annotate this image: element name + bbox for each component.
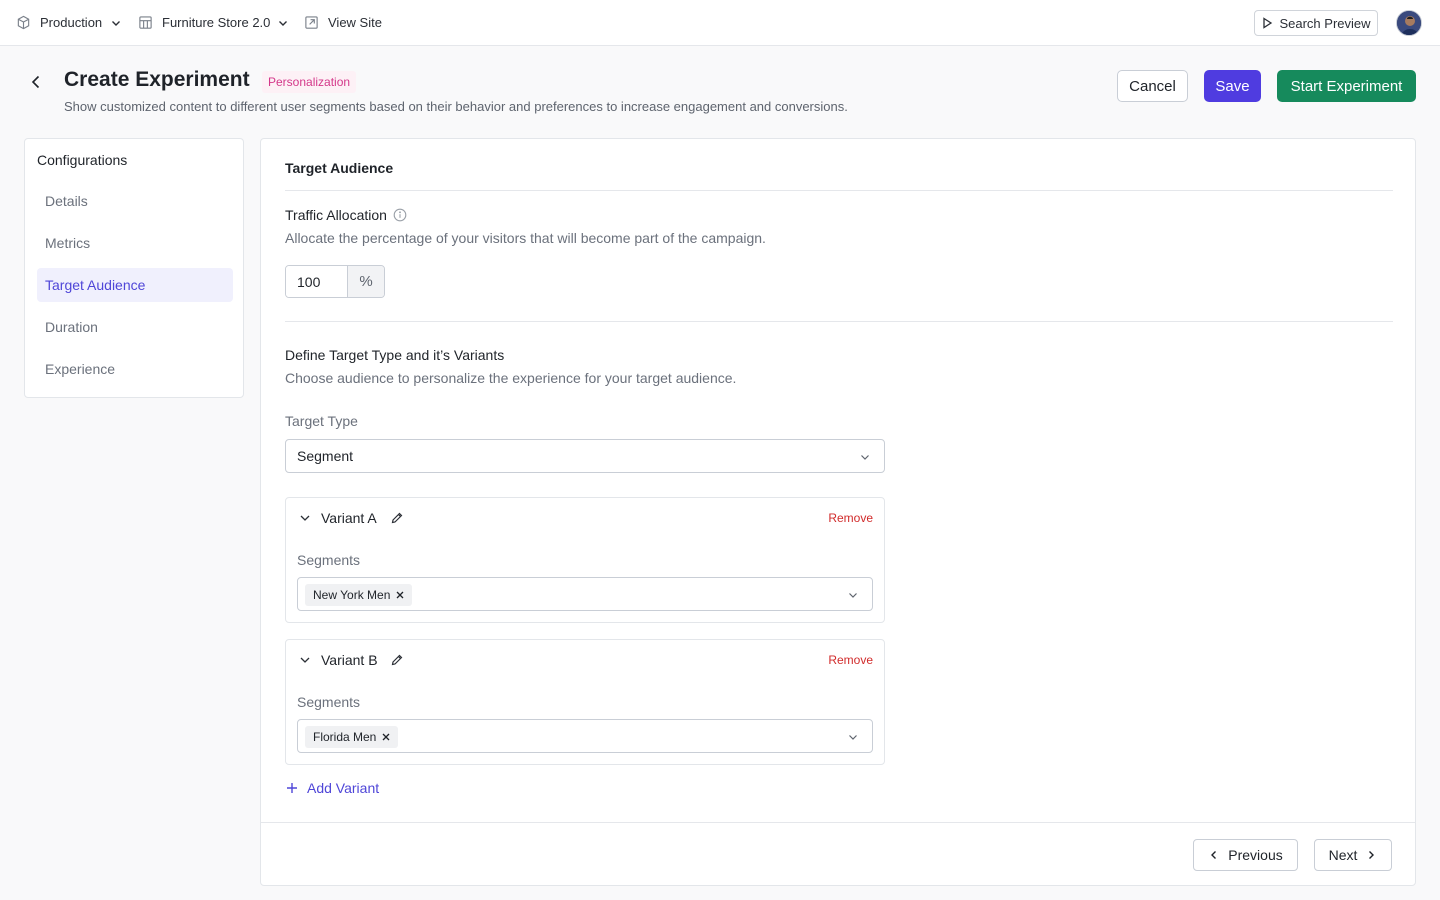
segment-tag-label: Florida Men (313, 730, 377, 744)
traffic-allocation-label: Traffic Allocation (285, 207, 387, 223)
traffic-allocation-heading: Traffic Allocation (285, 207, 407, 223)
footer-divider (261, 822, 1415, 823)
variant-card-b: Variant B Remove Segments Florida Men (285, 639, 885, 765)
chevron-down-icon (859, 451, 871, 463)
environment-selector[interactable]: Production (16, 0, 122, 45)
view-site-link[interactable]: View Site (304, 0, 382, 45)
chevron-left-icon (1208, 849, 1220, 861)
external-link-icon (304, 15, 319, 30)
traffic-percentage-input[interactable] (286, 266, 347, 297)
sidebar-item-duration[interactable]: Duration (37, 310, 233, 344)
section-title: Target Audience (285, 160, 394, 176)
cancel-button[interactable]: Cancel (1117, 70, 1188, 102)
add-variant-button[interactable]: Add Variant (285, 780, 379, 796)
percent-suffix: % (347, 266, 384, 297)
top-bar: Production Furniture Store 2.0 View Site… (0, 0, 1440, 46)
save-button[interactable]: Save (1204, 70, 1261, 102)
variant-card-a: Variant A Remove Segments New York Men (285, 497, 885, 623)
previous-button[interactable]: Previous (1193, 839, 1298, 871)
close-icon[interactable] (380, 731, 392, 743)
target-type-value: Segment (297, 448, 354, 464)
page-title: Create Experiment (64, 68, 250, 91)
chevron-down-icon (277, 17, 289, 29)
close-icon[interactable] (394, 589, 406, 601)
cube-icon (16, 15, 31, 30)
target-type-heading: Define Target Type and it’s Variants (285, 347, 505, 363)
segments-label: Segments (297, 694, 361, 710)
collapse-chevron-icon[interactable] (298, 511, 312, 525)
chevron-right-icon (1365, 849, 1377, 861)
sidebar-item-metrics[interactable]: Metrics (37, 226, 233, 260)
experiment-type-badge: Personalization (262, 71, 357, 93)
segment-tag: Florida Men (305, 726, 399, 748)
collapse-chevron-icon[interactable] (298, 653, 312, 667)
target-type-label: Target Type (285, 413, 358, 429)
sidebar-item-target-audience[interactable]: Target Audience (37, 268, 233, 302)
sidebar-item-experience[interactable]: Experience (37, 352, 233, 386)
variant-name: Variant A (321, 510, 377, 526)
previous-label: Previous (1228, 847, 1283, 863)
next-label: Next (1328, 847, 1358, 863)
search-preview-button[interactable]: Search Preview (1254, 10, 1378, 36)
pencil-icon[interactable] (390, 511, 404, 525)
play-icon (1261, 17, 1273, 29)
add-variant-label: Add Variant (307, 780, 380, 796)
chevron-down-icon (847, 731, 859, 743)
target-audience-panel: Target Audience Traffic Allocation Alloc… (260, 138, 1416, 886)
divider (285, 321, 1393, 322)
arrow-left-icon (28, 74, 44, 90)
environment-label: Production (40, 15, 103, 30)
sidebar-title: Configurations (37, 152, 128, 168)
chevron-down-icon (847, 589, 859, 601)
info-icon[interactable] (393, 208, 407, 222)
view-site-label: View Site (328, 15, 382, 30)
segments-label: Segments (297, 552, 361, 568)
project-selector[interactable]: Furniture Store 2.0 (138, 0, 289, 45)
store-icon (138, 15, 153, 30)
divider (285, 190, 1393, 191)
target-type-description: Choose audience to personalize the exper… (285, 370, 737, 386)
configurations-sidebar: Configurations Details Metrics Target Au… (24, 138, 244, 398)
sidebar-item-details[interactable]: Details (37, 184, 233, 218)
chevron-down-icon (110, 17, 122, 29)
remove-variant-button[interactable]: Remove (828, 653, 873, 667)
plus-icon (285, 781, 299, 795)
start-experiment-button[interactable]: Start Experiment (1277, 70, 1416, 102)
remove-variant-button[interactable]: Remove (828, 511, 873, 525)
avatar[interactable] (1396, 10, 1422, 36)
traffic-allocation-field: % (285, 265, 385, 298)
segment-tag: New York Men (305, 584, 413, 606)
target-type-select[interactable]: Segment (285, 439, 885, 473)
back-button[interactable] (26, 72, 46, 92)
project-label: Furniture Store 2.0 (162, 15, 271, 30)
segments-select[interactable]: Florida Men (297, 719, 873, 753)
pencil-icon[interactable] (390, 653, 404, 667)
segment-tag-label: New York Men (313, 588, 391, 602)
next-button[interactable]: Next (1314, 839, 1392, 871)
traffic-allocation-description: Allocate the percentage of your visitors… (285, 230, 766, 246)
segments-select[interactable]: New York Men (297, 577, 873, 611)
search-preview-label: Search Preview (1279, 15, 1371, 31)
page-description: Show customized content to different use… (64, 99, 848, 114)
variant-name: Variant B (321, 652, 378, 668)
